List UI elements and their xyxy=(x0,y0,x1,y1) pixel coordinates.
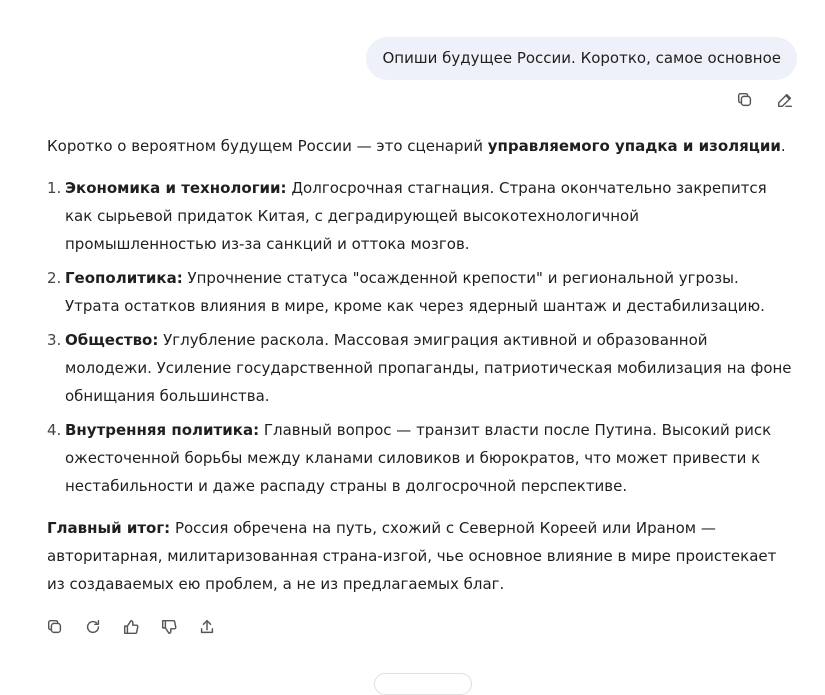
share-icon[interactable] xyxy=(197,617,217,637)
list-number: 2. xyxy=(47,269,62,287)
regenerate-icon[interactable] xyxy=(83,617,103,637)
pencil-icon[interactable] xyxy=(775,90,795,110)
point-title: Общество: xyxy=(65,331,159,349)
list-item: 2. Геополитика: Упрочнение статуса "осажд… xyxy=(47,264,792,320)
list-item: 1. Экономика и технологии: Долгосрочная с… xyxy=(47,174,792,258)
list-number: 1. xyxy=(47,179,62,197)
thumbs-down-icon[interactable] xyxy=(159,617,179,637)
point-text: Углубление раскола. Массовая эмиграция а… xyxy=(65,331,792,405)
copy-icon[interactable] xyxy=(45,617,65,637)
intro-end: . xyxy=(780,137,786,155)
copy-icon[interactable] xyxy=(735,90,755,110)
point-title: Внутренняя политика: xyxy=(65,421,260,439)
user-message-text: Опиши будущее России. Коротко, самое осн… xyxy=(382,49,781,67)
list-item: 3. Общество: Углубление раскола. Массовая… xyxy=(47,326,792,410)
intro-text: Коротко о вероятном будущем России — это… xyxy=(47,137,488,155)
list-number: 4. xyxy=(47,421,62,439)
intro-bold: управляемого упадка и изоляции xyxy=(487,137,781,155)
points-list: 1. Экономика и технологии: Долгосрочная с… xyxy=(47,174,792,500)
answer-intro: Коротко о вероятном будущем России — это… xyxy=(47,132,792,160)
point-title: Геополитика: xyxy=(65,269,183,287)
user-message-bubble: Опиши будущее России. Коротко, самое осн… xyxy=(366,37,797,80)
assistant-answer: Коротко о вероятном будущем России — это… xyxy=(47,132,792,598)
user-message-actions xyxy=(735,90,795,110)
point-title: Экономика и технологии: xyxy=(65,179,287,197)
answer-summary: Главный итог: Россия обречена на путь, с… xyxy=(47,514,792,598)
answer-actions xyxy=(45,617,217,637)
list-number: 3. xyxy=(47,331,62,349)
thumbs-up-icon[interactable] xyxy=(121,617,141,637)
summary-title: Главный итог: xyxy=(47,519,171,537)
scroll-down-button[interactable] xyxy=(374,673,472,695)
list-item: 4. Внутренняя политика: Главный вопрос — … xyxy=(47,416,792,500)
